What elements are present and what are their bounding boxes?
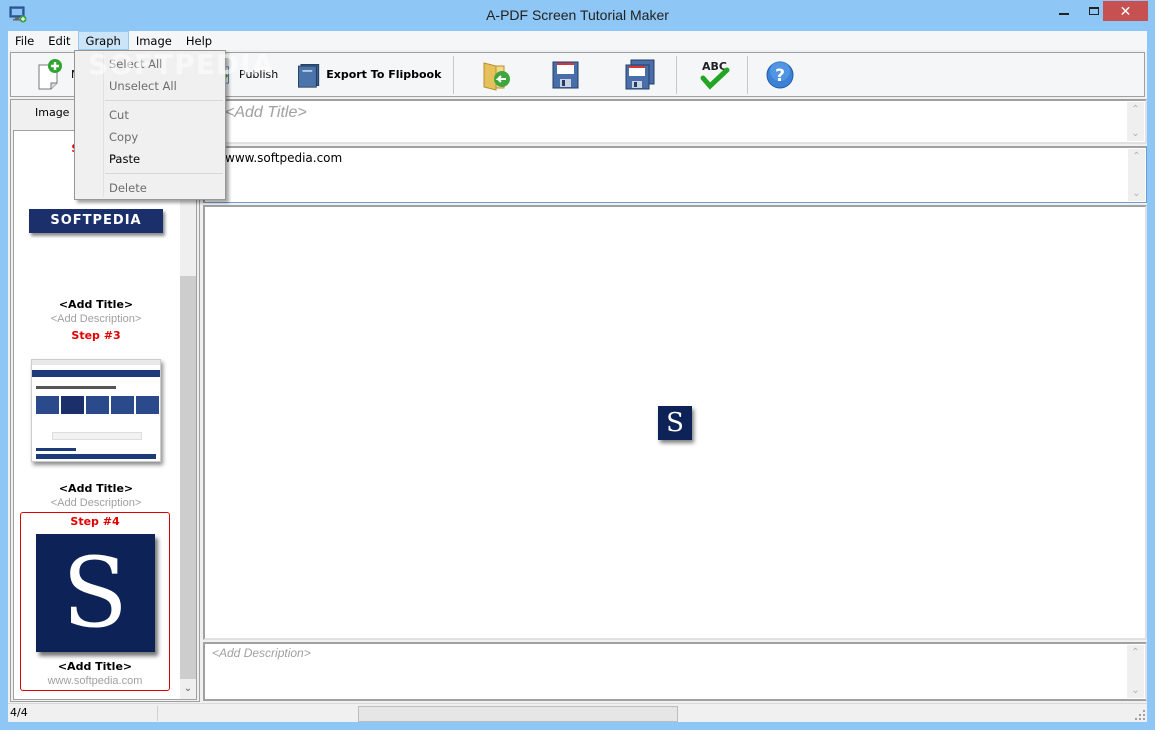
- scroll-down-icon[interactable]: ⌄: [180, 683, 196, 697]
- menu-edit[interactable]: Edit: [41, 31, 77, 50]
- window-title: A-PDF Screen Tutorial Maker: [486, 7, 669, 23]
- menu-item-cut[interactable]: Cut: [76, 104, 224, 126]
- steps-scrollbar[interactable]: ⌄: [180, 131, 196, 699]
- graph-dropdown-menu: Select All Unselect All Cut Copy Paste D…: [74, 50, 226, 200]
- open-folder-icon: [483, 61, 511, 91]
- save-all-icon: [625, 59, 655, 89]
- svg-text:?: ?: [776, 66, 786, 86]
- step-title-4: <Add Title>: [57, 660, 133, 673]
- url-value: www.softpedia.com: [225, 151, 343, 165]
- help-button[interactable]: ?: [758, 54, 802, 96]
- step-item-3[interactable]: [14, 359, 178, 462]
- step-description-4: www.softpedia.com: [47, 675, 143, 687]
- close-icon: ✕: [1119, 2, 1132, 19]
- scroll-up-icon[interactable]: ⌃: [1128, 151, 1145, 162]
- publish-label: Publish: [239, 68, 279, 81]
- menu-bar: File Edit Graph Image Help: [8, 31, 1147, 50]
- softpedia-banner-thumbnail: SOFTPEDIA: [29, 209, 163, 233]
- save-as-button[interactable]: [618, 54, 662, 96]
- title-bar: A-PDF Screen Tutorial Maker ✕: [0, 0, 1155, 31]
- page-indicator: 4/4: [10, 706, 28, 719]
- spellcheck-icon: ABC: [700, 60, 730, 90]
- step-description-2: <Add Description>: [50, 313, 142, 325]
- url-scrollbar[interactable]: ⌃ ⌄: [1128, 149, 1145, 201]
- open-button[interactable]: [474, 54, 518, 96]
- description-placeholder: <Add Description>: [212, 646, 311, 660]
- scroll-down-icon[interactable]: ⌄: [1128, 188, 1145, 199]
- minimize-icon: [1059, 13, 1069, 15]
- spellcheck-button[interactable]: ABC: [693, 54, 737, 96]
- toolbar-separator: [747, 55, 749, 94]
- export-flipbook-button[interactable]: Export To Flipbook: [290, 54, 447, 96]
- help-icon: ?: [766, 60, 794, 88]
- new-document-icon: [38, 58, 62, 89]
- progress-bar: [358, 706, 678, 722]
- app-window: A-PDF Screen Tutorial Maker ✕ File Edit …: [0, 0, 1155, 730]
- s-logo-image[interactable]: S: [658, 406, 692, 440]
- menu-item-unselect-all[interactable]: Unselect All: [76, 75, 224, 97]
- status-separator: [157, 706, 158, 721]
- menu-file[interactable]: File: [8, 31, 41, 50]
- minimize-button[interactable]: [1049, 1, 1079, 21]
- title-placeholder: <Add Title>: [225, 104, 307, 121]
- close-button[interactable]: ✕: [1103, 1, 1148, 21]
- menu-help[interactable]: Help: [179, 31, 219, 50]
- image-canvas[interactable]: S: [203, 205, 1147, 640]
- step-label-4: Step #4: [70, 515, 120, 528]
- website-screenshot-thumbnail: [31, 359, 161, 462]
- toolbar-separator: [676, 55, 678, 94]
- step-item-2[interactable]: SOFTPEDIA: [14, 209, 178, 233]
- step-title-input[interactable]: <Add Title> ⌃ ⌄: [203, 99, 1147, 144]
- flipbook-icon: [298, 63, 320, 88]
- menu-image[interactable]: Image: [129, 31, 179, 50]
- title-scrollbar[interactable]: ⌃ ⌄: [1127, 102, 1144, 141]
- menu-item-paste[interactable]: Paste: [76, 148, 224, 170]
- steps-list: This is a Step #2 SOFTPEDIA <Add Title> …: [13, 130, 197, 700]
- scrollbar-thumb[interactable]: [180, 276, 196, 679]
- resize-grip-icon[interactable]: [1135, 710, 1145, 720]
- scroll-up-icon[interactable]: ⌃: [1127, 647, 1144, 658]
- maximize-icon: [1089, 7, 1099, 15]
- save-button[interactable]: [544, 54, 588, 96]
- step-url-input[interactable]: www.softpedia.com ⌃ ⌄: [203, 146, 1147, 203]
- step-item-4[interactable]: Step #4 S <Add Title> www.softpedia.com: [20, 512, 170, 691]
- save-disk-icon: [552, 61, 579, 88]
- menu-graph[interactable]: Graph: [77, 31, 129, 50]
- menu-separator: [105, 100, 223, 101]
- menu-separator: [105, 173, 223, 174]
- menu-item-select-all[interactable]: Select All: [76, 53, 224, 75]
- step-description-input[interactable]: <Add Description> ⌃ ⌄: [203, 642, 1147, 701]
- status-bar: 4/4: [8, 703, 1147, 722]
- menu-item-copy[interactable]: Copy: [76, 126, 224, 148]
- description-scrollbar[interactable]: ⌃ ⌄: [1127, 645, 1144, 698]
- step-title-3: <Add Title>: [58, 482, 134, 495]
- step-description-3: <Add Description>: [50, 497, 142, 509]
- step-label-3: Step #3: [71, 329, 121, 342]
- menu-item-delete[interactable]: Delete: [76, 177, 224, 199]
- scroll-down-icon[interactable]: ⌄: [1127, 685, 1144, 696]
- export-flipbook-label: Export To Flipbook: [326, 68, 442, 81]
- toolbar-separator: [453, 55, 455, 94]
- s-logo-thumbnail: S: [35, 534, 155, 652]
- scroll-down-icon[interactable]: ⌄: [1127, 128, 1144, 139]
- scroll-up-icon[interactable]: ⌃: [1127, 104, 1144, 115]
- step-title-2: <Add Title>: [58, 298, 134, 311]
- tab-image[interactable]: Image: [35, 106, 69, 119]
